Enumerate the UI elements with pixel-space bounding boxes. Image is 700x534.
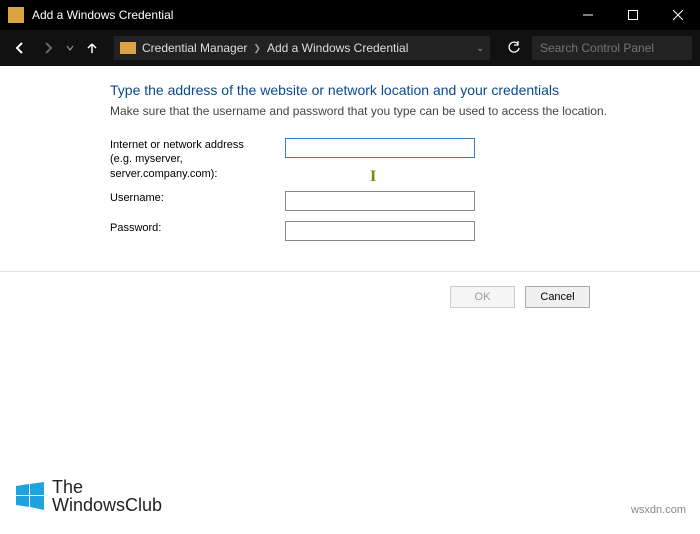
- label-username: Username:: [110, 191, 285, 205]
- cancel-button[interactable]: Cancel: [525, 286, 590, 308]
- label-password: Password:: [110, 221, 285, 235]
- chevron-right-icon: ❯: [253, 43, 261, 54]
- row-password: Password:: [110, 221, 640, 241]
- app-icon: [8, 7, 24, 23]
- username-input[interactable]: [285, 191, 475, 211]
- address-input[interactable]: [285, 138, 475, 158]
- button-row: OK Cancel: [0, 286, 700, 308]
- up-button[interactable]: [80, 36, 104, 60]
- content-area: Type the address of the website or netwo…: [0, 66, 700, 308]
- maximize-button[interactable]: [610, 0, 655, 30]
- label-address: Internet or network address (e.g. myserv…: [110, 138, 285, 181]
- brand-text: The WindowsClub: [52, 478, 162, 514]
- recent-dropdown[interactable]: [64, 36, 76, 60]
- row-username: Username:: [110, 191, 640, 211]
- page-heading: Type the address of the website or netwo…: [110, 82, 640, 98]
- minimize-button[interactable]: [565, 0, 610, 30]
- divider: [0, 271, 700, 272]
- password-input[interactable]: [285, 221, 475, 241]
- ok-button[interactable]: OK: [450, 286, 515, 308]
- breadcrumb-item[interactable]: Credential Manager: [142, 41, 247, 55]
- close-button[interactable]: [655, 0, 700, 30]
- window-controls: [565, 0, 700, 30]
- page-subtext: Make sure that the username and password…: [110, 104, 640, 118]
- folder-icon: [120, 42, 136, 54]
- brand-logo-block: The WindowsClub: [16, 478, 162, 514]
- titlebar: Add a Windows Credential: [0, 0, 700, 30]
- window-title: Add a Windows Credential: [32, 8, 565, 22]
- search-input[interactable]: [532, 36, 692, 60]
- chevron-down-icon[interactable]: ⌄: [476, 43, 484, 54]
- breadcrumb-item[interactable]: Add a Windows Credential: [267, 41, 408, 55]
- refresh-button[interactable]: [500, 36, 528, 60]
- watermark: wsxdn.com: [631, 504, 686, 516]
- back-button[interactable]: [8, 36, 32, 60]
- row-address: Internet or network address (e.g. myserv…: [110, 138, 640, 181]
- nav-toolbar: Credential Manager ❯ Add a Windows Crede…: [0, 30, 700, 66]
- windows-logo-icon: [16, 482, 44, 510]
- forward-button[interactable]: [36, 36, 60, 60]
- address-bar[interactable]: Credential Manager ❯ Add a Windows Crede…: [114, 36, 490, 60]
